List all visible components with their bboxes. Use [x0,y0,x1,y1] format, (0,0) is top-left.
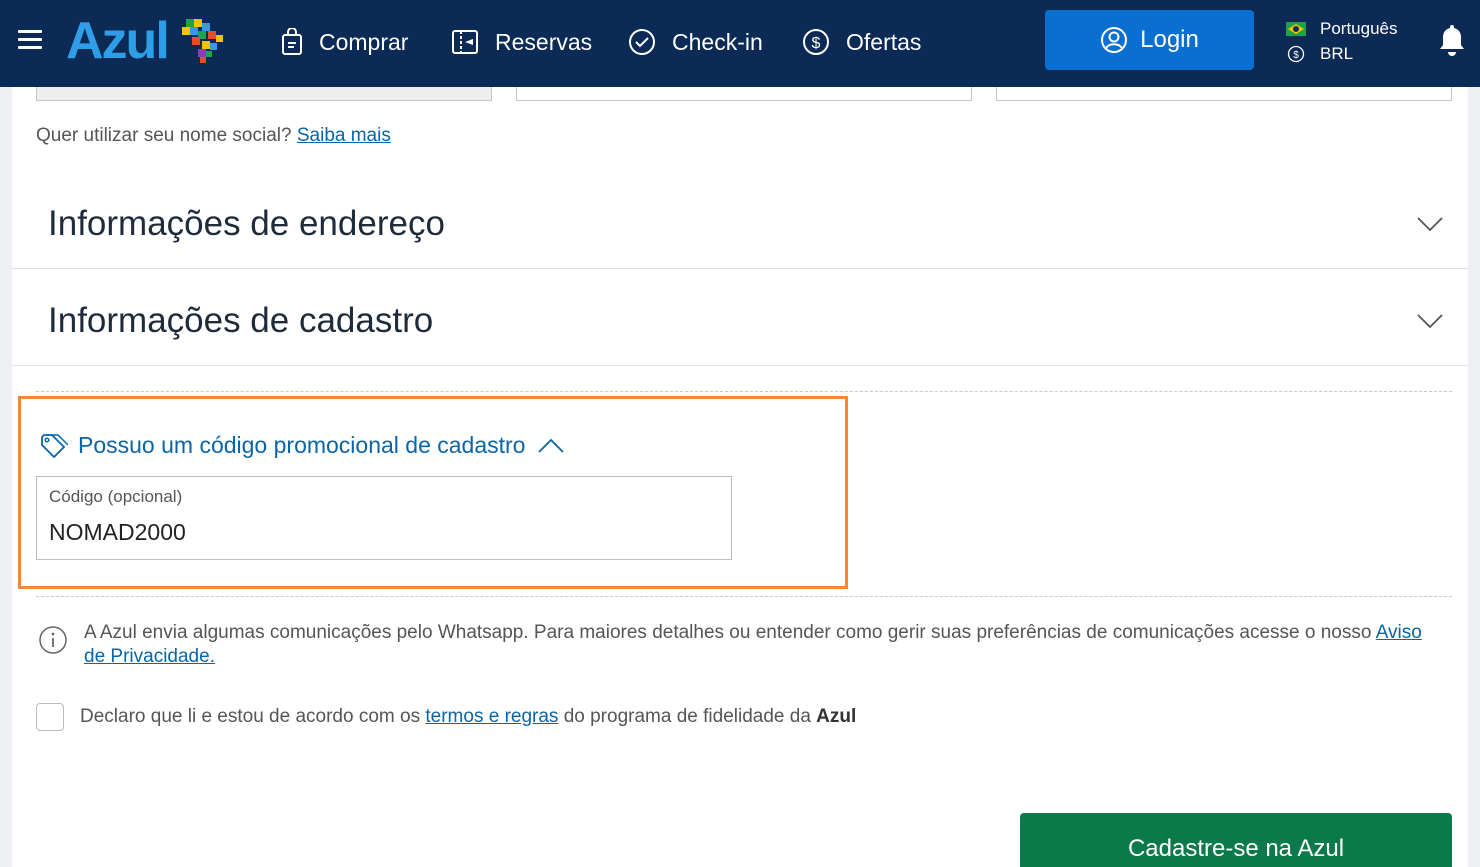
section-cadastro-title: Informações de cadastro [48,301,434,340]
bag-icon [281,28,303,56]
top-navigation-bar: Azul Comprar Reservas Check-in $ Ofertas… [0,0,1480,87]
register-button-label: Cadastre-se na Azul [1127,835,1345,862]
registration-form-card: Quer utilizar seu nome social? Saiba mai… [12,87,1468,867]
terms-prefix: Declaro que li e estou de acordo com os [80,706,421,727]
promo-code-input[interactable] [49,515,709,549]
terms-link[interactable]: termos e regras [425,706,558,727]
nav-reservas[interactable]: Reservas [451,24,592,60]
menu-icon[interactable] [18,30,42,50]
divider [36,391,1452,392]
nav-comprar-label: Comprar [319,28,409,55]
register-button[interactable]: Cadastre-se na Azul [1020,813,1452,867]
terms-brand: Azul [816,706,857,727]
section-cadastro[interactable]: Informações de cadastro [12,269,1468,366]
nav-checkin[interactable]: Check-in [628,24,763,60]
nav-reservas-label: Reservas [495,28,593,55]
nav-checkin-label: Check-in [672,28,763,55]
previous-field-disabled [36,87,492,101]
brazil-map-icon [181,19,223,63]
svg-text:$: $ [812,35,821,52]
social-name-prompt: Quer utilizar seu nome social? Saiba mai… [36,125,391,147]
previous-field[interactable] [996,87,1452,101]
currency-label: BRL [1320,43,1354,63]
nav-comprar[interactable]: Comprar [281,24,408,60]
azul-logo[interactable]: Azul [66,14,226,68]
nav-ofertas-label: Ofertas [846,28,922,55]
section-endereco-title: Informações de endereço [48,204,445,243]
notification-bell-icon[interactable] [1437,22,1467,63]
saiba-mais-link[interactable]: Saiba mais [297,125,391,146]
login-label: Login [1140,26,1199,53]
promo-code-field[interactable]: Código (opcional) [36,476,732,560]
dollar-circle-icon: $ [802,28,830,56]
currency-icon: $ [1286,45,1306,63]
terms-middle: do programa de fidelidade da [563,706,811,727]
login-button[interactable]: Login [1045,10,1254,70]
svg-text:$: $ [1293,50,1299,61]
social-name-text: Quer utilizar seu nome social? [36,125,292,146]
divider [36,596,1452,597]
brazil-flag-icon [1286,21,1306,36]
terms-checkbox[interactable] [36,703,64,731]
ticket-icon [451,29,479,55]
whatsapp-notice: A Azul envia algumas comunicações pelo W… [38,621,1448,669]
info-icon [39,626,67,654]
chevron-down-icon [1417,314,1443,329]
check-circle-icon [628,28,656,56]
section-endereco[interactable]: Informações de endereço [12,172,1468,269]
tag-icon [40,433,68,459]
logo-text: Azul [66,12,170,70]
terms-agreement: Declaro que li e estou de acordo com os … [36,703,856,731]
locale-selector[interactable]: Português $ BRL [1286,16,1398,66]
promo-code-label: Código (opcional) [49,487,183,506]
chevron-down-icon [1417,217,1443,232]
promo-code-toggle[interactable]: Possuo um código promocional de cadastro [40,432,565,459]
nav-ofertas[interactable]: $ Ofertas [802,24,921,60]
language-label: Português [1320,18,1398,38]
whatsapp-notice-text: A Azul envia algumas comunicações pelo W… [84,622,1372,643]
previous-field[interactable] [516,87,972,101]
promo-toggle-label: Possuo um código promocional de cadastro [78,432,526,458]
user-circle-icon [1100,26,1128,54]
chevron-up-icon [537,438,565,454]
